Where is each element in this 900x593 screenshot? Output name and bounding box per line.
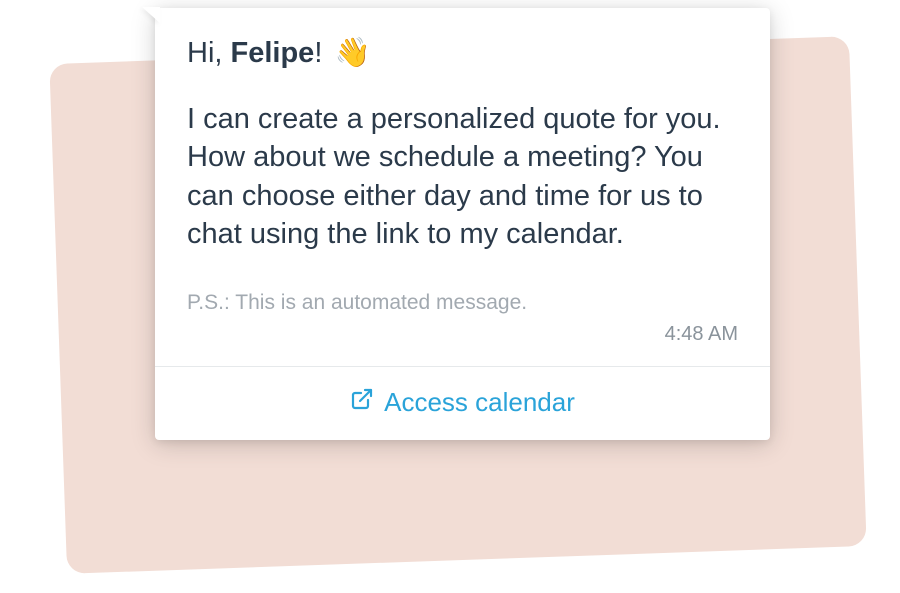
greeting-prefix: Hi,: [187, 37, 231, 69]
access-calendar-label: Access calendar: [384, 387, 575, 418]
recipient-name: Felipe: [231, 37, 315, 69]
chat-message-bubble: Hi, Felipe! 👋 I can create a personalize…: [155, 8, 770, 440]
message-timestamp: 4:48 AM: [187, 323, 738, 358]
message-postscript: P.S.: This is an automated message.: [187, 291, 738, 315]
message-body: I can create a personalized quote for yo…: [187, 100, 738, 253]
greeting-suffix: !: [314, 37, 330, 69]
external-link-icon: [350, 387, 374, 418]
wave-icon: 👋: [334, 36, 370, 70]
bubble-tail: [142, 7, 160, 23]
greeting-line: Hi, Felipe! 👋: [187, 36, 738, 70]
message-content: Hi, Felipe! 👋 I can create a personalize…: [155, 8, 770, 366]
access-calendar-button[interactable]: Access calendar: [155, 367, 770, 440]
